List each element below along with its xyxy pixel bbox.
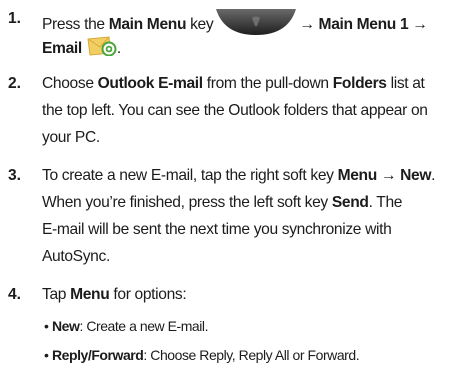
step-3-line-1: To create a new E-mail, tap the right so… [42,166,435,186]
bullet-new: • New: Create a new E-mail. [44,316,208,336]
step-1-key-text: key [186,16,214,33]
step-3-line-2: When you’re finished, press the left sof… [42,193,402,213]
bullet-term: New [52,318,80,334]
menu-new-label: Menu → New [337,167,432,184]
step-1-line-2: Email. [42,36,121,62]
step-1-period: . [116,40,121,57]
bullet-reply-forward: • Reply/Forward: Choose Reply, Reply All … [44,345,360,365]
step-2-line-2: the top left. You can see the Outlook fo… [42,102,428,119]
text: for options: [109,286,187,303]
step-3-line-3: E-mail will be sent the next time you sy… [42,221,392,238]
step-3-line-4: AutoSync. [42,248,110,265]
bullet-term: Reply/Forward [52,347,144,363]
send-label: Send [331,194,369,211]
bullet-icon: • [44,318,49,334]
text: list at [386,75,425,92]
outlook-email-label: Outlook E-mail [97,75,203,92]
text: . [431,167,436,184]
text: To create a new E-mail, tap the right so… [42,167,338,184]
main-menu-path: → Main Menu 1 → [299,16,428,33]
bullet-desc: : Create a new E-mail. [79,318,209,334]
main-menu-key-icon [216,9,297,41]
step-2-line-3: your PC. [42,129,100,146]
text: . The [368,194,403,211]
bullet-desc: : Choose Reply, Reply All or Forward. [143,347,360,363]
email-label: Email [42,40,82,57]
step-2-line-1: Choose Outlook E-mail from the pull-down… [42,74,425,94]
step-4-number: 4. [8,286,22,303]
step-1-number: 1. [8,10,22,27]
text: Choose [42,75,98,92]
email-envelope-icon [87,36,117,62]
step-4-line-1: Tap Menu for options: [42,285,187,305]
text: When you’re finished, press the left sof… [42,194,332,211]
step-2-number: 2. [8,75,22,92]
text: from the pull-down [202,75,333,92]
folders-label: Folders [332,75,387,92]
main-menu-key-label: Main Menu [108,16,187,33]
step-1-prefix: Press the [42,16,109,33]
menu-label: Menu [70,286,110,303]
step-3-number: 3. [8,167,22,184]
text: Tap [42,286,71,303]
bullet-icon: • [44,347,49,363]
